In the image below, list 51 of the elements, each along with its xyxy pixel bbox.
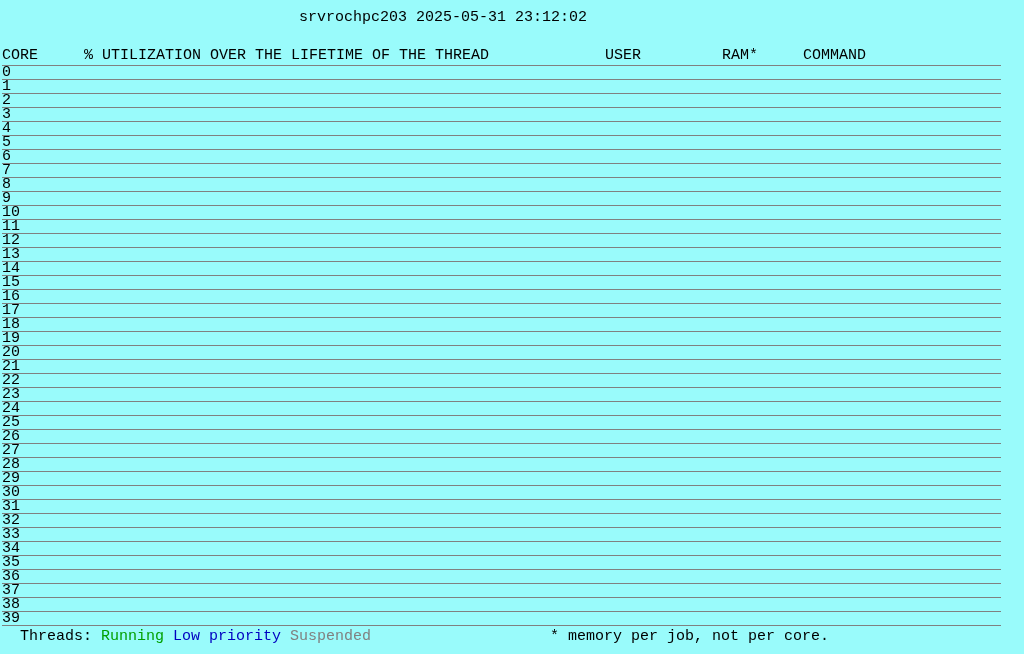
core-number: 26: [2, 430, 20, 443]
core-number: 18: [2, 318, 20, 331]
core-number: 10: [2, 206, 20, 219]
core-number: 16: [2, 290, 20, 303]
core-number: 19: [2, 332, 20, 345]
legend-item: Suspended: [290, 629, 372, 645]
core-number: 2: [2, 94, 11, 107]
page-title: srvrochpc203 2025-05-31 23:12:02: [298, 8, 589, 28]
core-number: 14: [2, 262, 20, 275]
core-number: 35: [2, 556, 20, 569]
core-number: 33: [2, 528, 20, 541]
footnote: * memory per job, not per core.: [550, 629, 830, 645]
core-number: 24: [2, 402, 20, 415]
core-number: 32: [2, 514, 20, 527]
core-number: 5: [2, 136, 11, 149]
core-number: 39: [2, 612, 20, 625]
core-number: 9: [2, 192, 11, 205]
core-number: 23: [2, 388, 20, 401]
core-number: 1: [2, 80, 11, 93]
core-number: 36: [2, 570, 20, 583]
legend-label: Threads:: [20, 629, 92, 645]
core-number: 27: [2, 444, 20, 457]
core-number: 29: [2, 472, 20, 485]
column-header: % UTILIZATION OVER THE LIFETIME OF THE THREAD: [84, 49, 490, 63]
core-number: 4: [2, 122, 11, 135]
column-header: COMMAND: [803, 49, 866, 63]
core-number: 25: [2, 416, 20, 429]
core-number: 20: [2, 346, 20, 359]
core-number: 13: [2, 248, 20, 261]
legend-item: Running: [101, 629, 165, 645]
core-number: 37: [2, 584, 20, 597]
core-number: 0: [2, 66, 11, 79]
column-header: CORE: [2, 49, 38, 63]
core-number: 6: [2, 150, 11, 163]
core-number: 21: [2, 360, 20, 373]
legend-item: Low priority: [173, 629, 282, 645]
core-number: 31: [2, 500, 20, 513]
core-number: 34: [2, 542, 20, 555]
core-number: 8: [2, 178, 11, 191]
core-number: 38: [2, 598, 20, 611]
column-header: RAM*: [722, 49, 758, 63]
core-number: 3: [2, 108, 11, 121]
core-number: 7: [2, 164, 11, 177]
core-number: 17: [2, 304, 20, 317]
core-number: 11: [2, 220, 20, 233]
core-number: 22: [2, 374, 20, 387]
core-number: 28: [2, 458, 20, 471]
core-number: 12: [2, 234, 20, 247]
column-header: USER: [605, 49, 641, 63]
core-number: 15: [2, 276, 20, 289]
core-number: 30: [2, 486, 20, 499]
